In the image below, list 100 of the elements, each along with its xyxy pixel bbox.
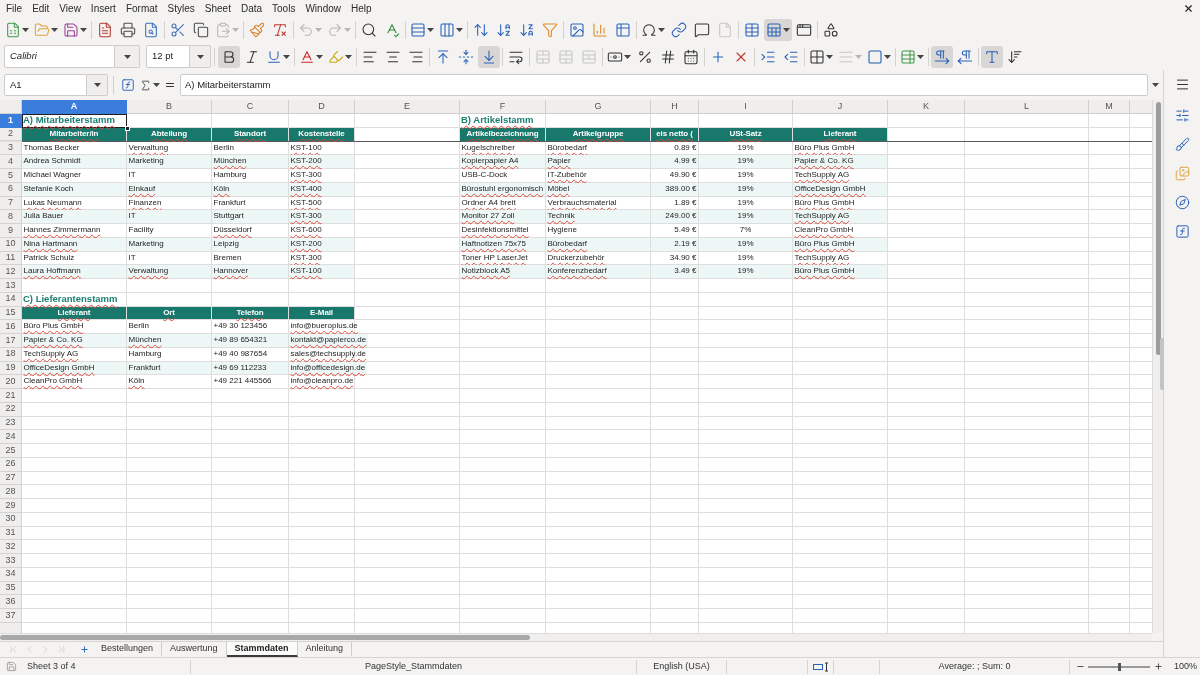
- row-header[interactable]: 21: [0, 389, 22, 403]
- menu-item[interactable]: Data: [235, 0, 268, 17]
- scroll-thumb[interactable]: [0, 635, 530, 640]
- column-header[interactable]: I: [699, 100, 793, 114]
- printer-icon: [120, 22, 136, 38]
- row-header[interactable]: 9: [0, 224, 22, 238]
- table-header: E-Mail: [289, 306, 355, 321]
- row-header[interactable]: 3: [0, 141, 22, 156]
- sheet-tab[interactable]: Anleitung: [297, 642, 353, 657]
- arrow-down-lines-icon: [1007, 48, 1023, 65]
- menu-item[interactable]: Help: [346, 0, 377, 17]
- zoom-in-button[interactable]: [1153, 662, 1163, 671]
- scroll-thumb[interactable]: [1155, 102, 1161, 355]
- column-header[interactable]: C: [212, 100, 289, 114]
- vat-rate: 19%: [736, 196, 755, 209]
- cost-center: KST-300: [289, 169, 323, 181]
- formula-input[interactable]: A) Mitarbeiterstamm: [180, 74, 1148, 96]
- row-header[interactable]: 13: [0, 279, 22, 293]
- caret-icon: [1151, 83, 1159, 87]
- row-header[interactable]: 20: [0, 375, 22, 389]
- row-header[interactable]: 12: [0, 265, 22, 279]
- caret-icon: [93, 83, 101, 87]
- scissors-icon: [170, 22, 186, 38]
- row-header[interactable]: 28: [0, 485, 22, 499]
- bold-button[interactable]: [218, 45, 240, 68]
- folder-icon: [34, 22, 50, 38]
- row-header[interactable]: 36: [0, 595, 22, 609]
- freeze-panes-button[interactable]: [764, 19, 792, 41]
- row-header[interactable]: 4: [0, 155, 22, 169]
- menu-item[interactable]: View: [54, 0, 86, 17]
- menu-item[interactable]: Sheet: [199, 0, 236, 17]
- fill-handle[interactable]: [125, 125, 130, 131]
- row-header[interactable]: 16: [0, 320, 22, 334]
- department: IT: [127, 251, 137, 264]
- row-header[interactable]: 37: [0, 609, 22, 623]
- article-name: Monitor 27 Zoll: [460, 210, 545, 223]
- column-header[interactable]: F: [460, 100, 546, 114]
- merge-cells-icon: [535, 48, 551, 65]
- row-header[interactable]: 1: [0, 114, 22, 128]
- table-columns-icon: [439, 22, 455, 38]
- row-header[interactable]: 29: [0, 499, 22, 513]
- column-header[interactable]: A: [22, 100, 127, 114]
- font-size-field[interactable]: 12 pt: [146, 45, 190, 68]
- row-header[interactable]: 33: [0, 554, 22, 568]
- selection-mode-button[interactable]: [812, 661, 829, 672]
- employee-name: Thomas Becker: [22, 141, 81, 154]
- font-name-dropdown-button[interactable]: [115, 45, 140, 68]
- shapes-icon: [823, 22, 839, 38]
- column-header[interactable]: G: [546, 100, 651, 114]
- column-header[interactable]: E: [355, 100, 460, 114]
- menu-item[interactable]: Styles: [162, 0, 200, 17]
- menu-item[interactable]: Format: [120, 0, 163, 17]
- left-to-right-button[interactable]: [931, 45, 953, 68]
- selected-cell[interactable]: A) Mitarbeiterstamm: [22, 114, 127, 128]
- font-size-dropdown-button[interactable]: [190, 45, 211, 68]
- sheet-tab[interactable]: Stammdaten: [226, 642, 298, 657]
- menu-item[interactable]: Tools: [267, 0, 301, 17]
- table-header: Telefon: [212, 306, 289, 321]
- supplier-name: Büro Plus GmbH: [22, 320, 85, 333]
- row-header[interactable]: 24: [0, 430, 22, 444]
- align-bottom-button[interactable]: [478, 45, 500, 68]
- caret-icon: [624, 54, 631, 59]
- horizontal-scrollbar[interactable]: [0, 633, 1152, 641]
- font-name-field[interactable]: Calibri: [4, 45, 115, 68]
- city: München: [127, 334, 211, 347]
- row-header[interactable]: 8: [0, 210, 22, 224]
- column-header[interactable]: D: [289, 100, 355, 114]
- zoom-slider[interactable]: [1088, 665, 1150, 668]
- menu-item[interactable]: File: [1, 0, 28, 17]
- link-icon: [671, 22, 687, 38]
- row-header[interactable]: 5: [0, 169, 22, 183]
- menu-item[interactable]: Insert: [85, 0, 121, 17]
- row-header[interactable]: 32: [0, 540, 22, 554]
- cell-reference-field[interactable]: A1: [4, 74, 87, 96]
- sidebar-collapse-handle[interactable]: [1160, 338, 1164, 390]
- horizontal-text-button[interactable]: [981, 45, 1003, 68]
- sheet-tab[interactable]: Bestellungen: [93, 642, 163, 657]
- column-header[interactable]: M: [1089, 100, 1130, 114]
- column-header[interactable]: J: [793, 100, 888, 114]
- menu-item[interactable]: Edit: [27, 0, 55, 17]
- spreadsheet-icon: [766, 22, 782, 38]
- menu-item[interactable]: Window: [300, 0, 346, 17]
- department: Finanzen: [127, 196, 163, 209]
- table-icon: [744, 22, 760, 38]
- column-header[interactable]: B: [127, 100, 212, 114]
- image-icon: [569, 22, 585, 38]
- name-box-dropdown-button[interactable]: [87, 74, 108, 96]
- images-icon: [1174, 165, 1190, 181]
- column-header[interactable]: L: [965, 100, 1089, 114]
- plus-icon: [1153, 662, 1163, 671]
- column-header[interactable]: H: [651, 100, 699, 114]
- location: Hannover: [212, 265, 288, 278]
- article-group: Bürobedarf: [546, 237, 650, 251]
- row-header[interactable]: 25: [0, 444, 22, 458]
- align-bottom-icon: [481, 48, 497, 65]
- sheet-tab[interactable]: Auswertung: [162, 642, 227, 657]
- vertical-scrollbar[interactable]: [1152, 100, 1163, 633]
- column-header[interactable]: K: [888, 100, 965, 114]
- row-header[interactable]: 17: [0, 334, 22, 348]
- slider-thumb[interactable]: [1117, 662, 1121, 671]
